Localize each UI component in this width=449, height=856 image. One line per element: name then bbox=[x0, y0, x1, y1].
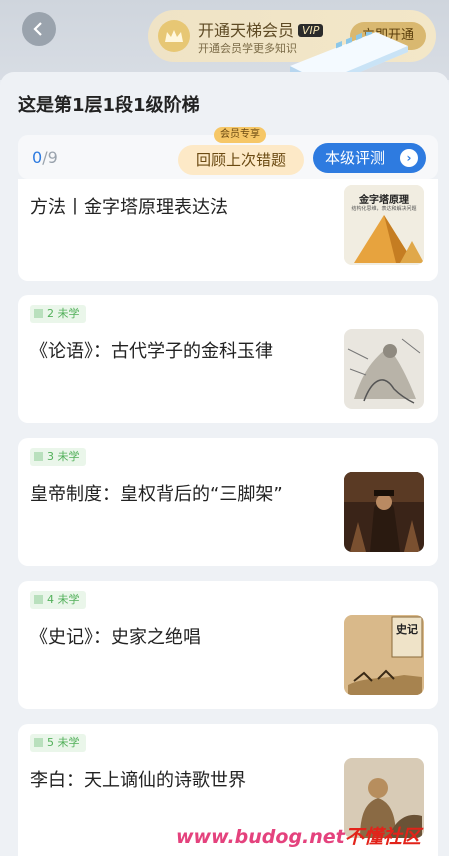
back-button[interactable] bbox=[22, 12, 56, 46]
thumb-title: 金字塔原理 bbox=[359, 195, 409, 206]
lesson-card-2[interactable]: 2 未学 《论语》：古代学子的金科玉律 bbox=[18, 295, 438, 423]
sheet-title: 这是第1层1段1级阶梯 bbox=[18, 95, 200, 116]
status-box-icon bbox=[34, 738, 43, 747]
lesson-thumbnail bbox=[344, 329, 424, 409]
vip-subtitle: 开通会员学更多知识 bbox=[198, 42, 297, 55]
thumb-title: 史记 bbox=[396, 623, 418, 636]
thumb-subtitle: 结构化思维，表达和解决问题 bbox=[351, 206, 417, 212]
status-box-icon bbox=[34, 309, 43, 318]
status-label: 5 未学 bbox=[47, 736, 80, 749]
status-badge: 3 未学 bbox=[30, 448, 86, 466]
lesson-thumbnail: 史记 bbox=[344, 615, 424, 695]
status-box-icon bbox=[34, 452, 43, 461]
lesson-card-4[interactable]: 4 未学 《史记》：史家之绝唱 史记 bbox=[18, 581, 438, 709]
progress-total: /9 bbox=[42, 148, 58, 167]
watermark-name: 不懂社区 bbox=[344, 826, 421, 848]
status-label: 3 未学 bbox=[47, 450, 80, 463]
chevron-right-icon: › bbox=[400, 149, 418, 167]
lesson-thumbnail bbox=[344, 472, 424, 552]
lesson-title: 《史记》：史家之绝唱 bbox=[30, 627, 201, 648]
status-box-icon bbox=[34, 595, 43, 604]
review-mistakes-button[interactable]: 回顾上次错题 bbox=[178, 145, 304, 175]
progress-done: 0 bbox=[32, 148, 43, 167]
status-badge: 4 未学 bbox=[30, 591, 86, 609]
lesson-card-1[interactable]: 方法丨金字塔原理表达法 金字塔原理 结构化思维，表达和解决问题 bbox=[18, 179, 438, 281]
lesson-title: 李白：天上谪仙的诗歌世界 bbox=[30, 770, 246, 791]
watermark: www.budog.net不懂社区 bbox=[176, 822, 421, 849]
progress-count: 0/9 bbox=[32, 148, 58, 167]
lesson-title: 《论语》：古代学子的金科玉律 bbox=[30, 341, 273, 362]
level-eval-button[interactable]: 本级评测 › bbox=[313, 143, 426, 173]
level-eval-label: 本级评测 bbox=[325, 149, 386, 167]
lesson-title: 皇帝制度：皇权背后的“三脚架” bbox=[30, 484, 283, 505]
status-label: 4 未学 bbox=[47, 593, 80, 606]
progress-bar: 0/9 回顾上次错题 会员专享 本级评测 › bbox=[18, 127, 438, 179]
vip-title-text: 开通天梯会员 bbox=[198, 21, 295, 40]
crown-icon bbox=[158, 20, 190, 52]
status-badge: 5 未学 bbox=[30, 734, 86, 752]
status-label: 2 未学 bbox=[47, 307, 80, 320]
lesson-card-3[interactable]: 3 未学 皇帝制度：皇权背后的“三脚架” bbox=[18, 438, 438, 566]
lesson-title: 方法丨金字塔原理表达法 bbox=[30, 197, 228, 218]
lesson-thumbnail: 金字塔原理 结构化思维，表达和解决问题 bbox=[344, 185, 424, 265]
watermark-site: www.budog.net bbox=[176, 826, 345, 848]
status-badge: 2 未学 bbox=[30, 305, 86, 323]
member-only-tag: 会员专享 bbox=[214, 127, 266, 143]
chevron-left-icon bbox=[33, 22, 42, 36]
